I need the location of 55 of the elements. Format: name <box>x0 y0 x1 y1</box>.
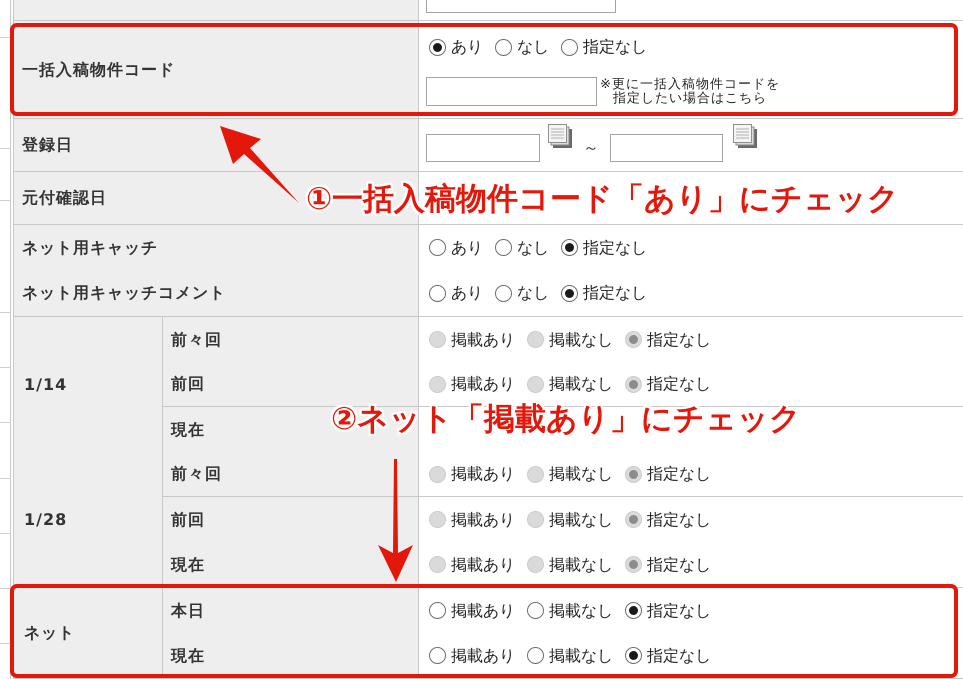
radio-button[interactable] <box>495 239 512 256</box>
stacked-pages-icon[interactable] <box>733 124 757 148</box>
radio-label[interactable]: 掲載あり <box>451 646 515 664</box>
text-input[interactable] <box>426 134 540 162</box>
field-label: 元付確認日 <box>22 187 107 209</box>
radio-button[interactable] <box>561 284 578 302</box>
field-label: 前回 <box>171 373 205 395</box>
group-label: ネット <box>24 622 75 644</box>
field-label: ネット用キャッチ <box>22 236 158 259</box>
range-separator: ～ <box>583 139 599 157</box>
radio-label[interactable]: あり <box>451 38 483 56</box>
radio-label[interactable]: 掲載あり <box>451 602 515 620</box>
group-label: 1/14 <box>24 374 68 396</box>
radio-button[interactable] <box>561 38 578 56</box>
radio-label[interactable]: 指定なし <box>647 602 711 620</box>
radio-button[interactable] <box>429 239 446 256</box>
radio-label[interactable]: なし <box>517 238 549 257</box>
radio-button[interactable] <box>527 647 544 664</box>
radio-label[interactable]: 指定なし <box>583 238 647 257</box>
radio-button[interactable] <box>429 38 446 56</box>
radio-button[interactable] <box>495 284 512 302</box>
callout-text: ②ネット「掲載あり」にチェック <box>331 402 802 436</box>
group-label: 1/28 <box>24 508 68 530</box>
radio-button[interactable] <box>429 602 446 619</box>
field-label: 登録日 <box>22 134 73 156</box>
radio-button[interactable] <box>625 602 642 619</box>
radio-label[interactable]: あり <box>451 238 483 257</box>
field-label: ネット用キャッチコメント <box>22 282 226 304</box>
field-label: 前々回 <box>171 328 222 350</box>
radio-label[interactable]: あり <box>451 284 483 302</box>
radio-label[interactable]: なし <box>517 284 549 302</box>
radio-button[interactable] <box>429 284 446 302</box>
field-label: 前々回 <box>171 463 222 485</box>
field-label: 現在 <box>171 418 205 440</box>
radio-button[interactable] <box>495 38 512 56</box>
field-label: 本日 <box>171 600 205 622</box>
radio-label[interactable]: 指定なし <box>583 284 647 302</box>
text-input[interactable] <box>426 77 597 106</box>
note-text: ※更に一括入稿物件コードを 指定したい場合はこちら <box>600 78 780 106</box>
radio-label[interactable]: 指定なし <box>583 38 647 56</box>
radio-button[interactable] <box>561 239 578 256</box>
text-input[interactable] <box>610 134 723 162</box>
field-label: 一括入稿物件コード <box>22 58 175 80</box>
radio-label[interactable]: 掲載なし <box>549 646 613 664</box>
field-label: 現在 <box>171 554 205 576</box>
field-label: 前回 <box>171 508 205 530</box>
radio-button[interactable] <box>527 602 544 619</box>
radio-button[interactable] <box>625 647 642 664</box>
radio-label[interactable]: 掲載なし <box>549 602 613 620</box>
stacked-pages-icon[interactable] <box>548 124 572 148</box>
radio-label[interactable]: なし <box>517 38 549 56</box>
radio-label[interactable]: 指定なし <box>647 646 711 664</box>
callout-text: ①一括入稿物件コード「あり」にチェック <box>306 182 900 216</box>
field-label: 現在 <box>171 644 205 666</box>
radio-button[interactable] <box>429 647 446 664</box>
